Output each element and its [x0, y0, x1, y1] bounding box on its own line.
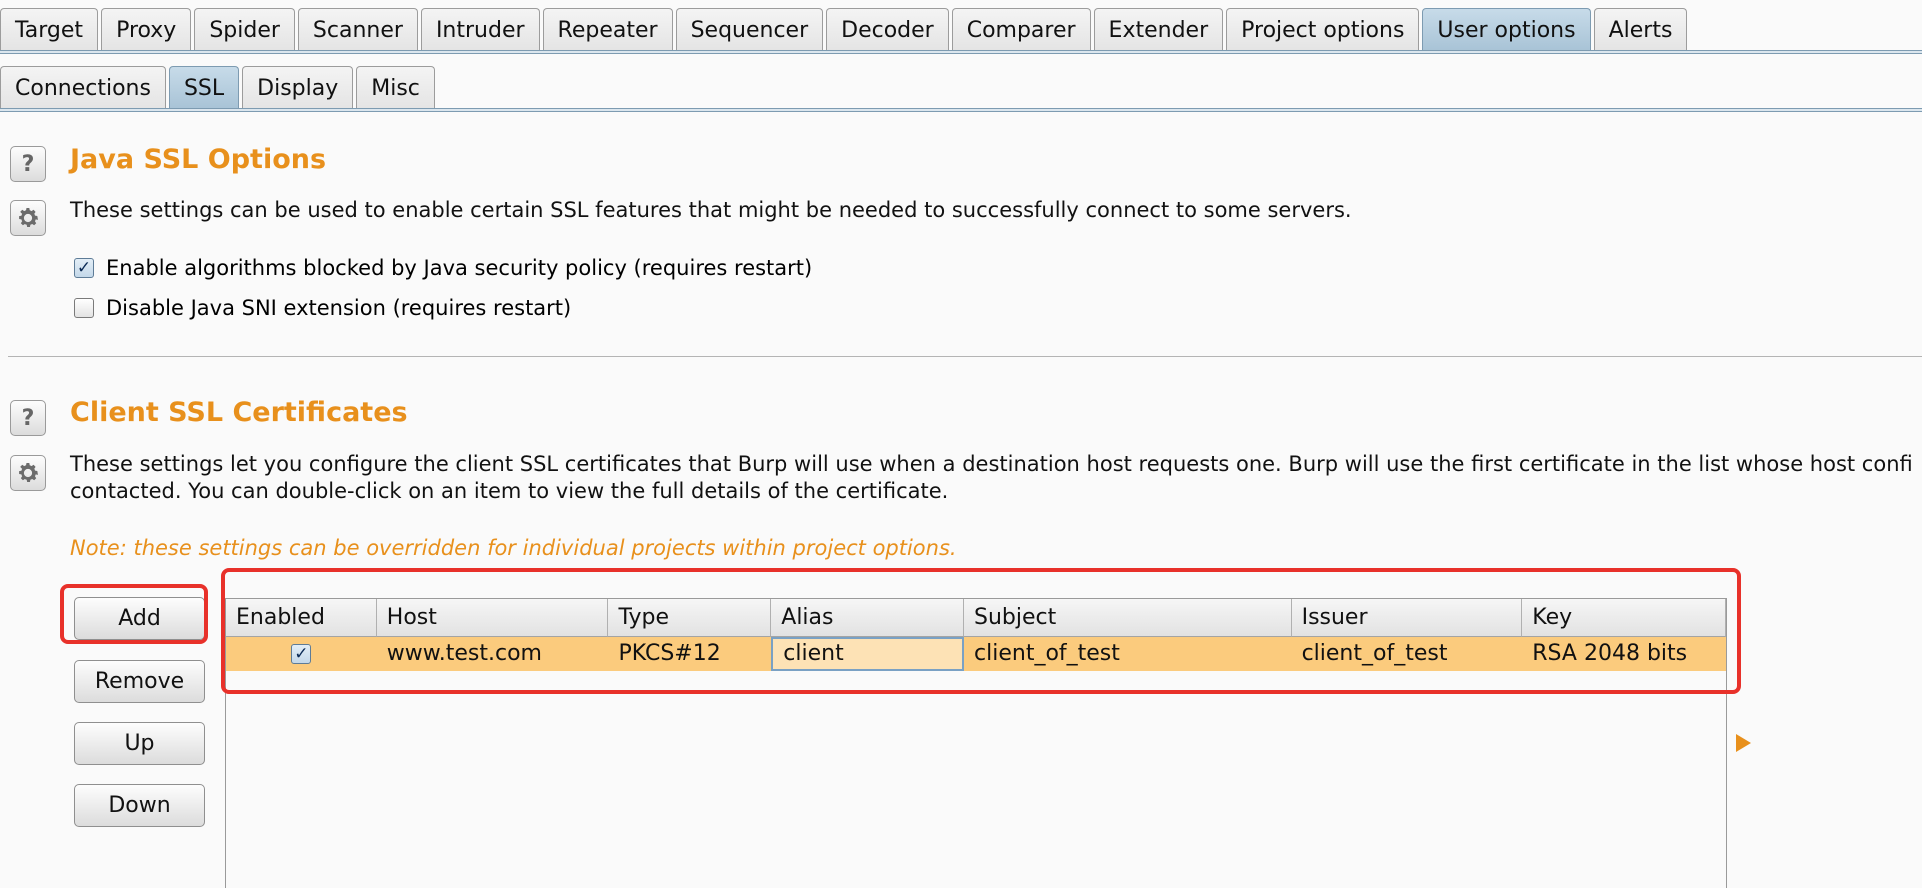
tab-extender[interactable]: Extender	[1093, 8, 1224, 51]
checkbox-checked-icon[interactable]: ✓	[74, 258, 94, 278]
tab-project-options[interactable]: Project options	[1226, 8, 1420, 51]
main-tab-divider	[0, 50, 1922, 54]
checkbox-unchecked-icon[interactable]	[74, 298, 94, 318]
annotation-highlight-table	[221, 568, 1741, 694]
client-ssl-description-line1: These settings let you configure the cli…	[70, 452, 1913, 476]
client-ssl-title: Client SSL Certificates	[70, 397, 408, 428]
play-triangle-icon[interactable]	[1736, 734, 1751, 752]
help-icon[interactable]: ?	[10, 146, 46, 182]
burp-user-options-ssl: Target Proxy Spider Scanner Intruder Rep…	[0, 0, 1922, 888]
annotation-highlight-add	[60, 584, 208, 644]
help-icon[interactable]: ?	[10, 400, 46, 436]
main-tab-bar: Target Proxy Spider Scanner Intruder Rep…	[0, 8, 1690, 51]
sub-tab-bar: Connections SSL Display Misc	[0, 66, 438, 109]
sub-tab-divider	[0, 108, 1922, 112]
section-divider	[8, 356, 1922, 357]
tab-user-options[interactable]: User options	[1422, 8, 1591, 51]
tab-comparer[interactable]: Comparer	[951, 8, 1091, 51]
tab-ssl[interactable]: SSL	[168, 66, 240, 109]
gear-icon[interactable]	[10, 455, 46, 491]
tab-decoder[interactable]: Decoder	[826, 8, 949, 51]
override-note: Note: these settings can be overridden f…	[70, 536, 957, 560]
gear-icon[interactable]	[10, 200, 46, 236]
option-label: Disable Java SNI extension (requires res…	[106, 296, 572, 320]
tab-target[interactable]: Target	[0, 8, 99, 51]
tab-scanner[interactable]: Scanner	[297, 8, 418, 51]
tab-misc[interactable]: Misc	[356, 66, 435, 109]
tab-connections[interactable]: Connections	[0, 66, 166, 109]
up-button[interactable]: Up	[74, 722, 205, 765]
java-ssl-description: These settings can be used to enable cer…	[70, 198, 1352, 222]
tab-proxy[interactable]: Proxy	[101, 8, 192, 51]
tab-sequencer[interactable]: Sequencer	[675, 8, 824, 51]
remove-button[interactable]: Remove	[74, 660, 205, 703]
option-label: Enable algorithms blocked by Java securi…	[106, 256, 813, 280]
java-ssl-title: Java SSL Options	[70, 144, 327, 175]
tab-repeater[interactable]: Repeater	[542, 8, 673, 51]
tab-spider[interactable]: Spider	[194, 8, 295, 51]
option-disable-sni[interactable]: Disable Java SNI extension (requires res…	[74, 296, 571, 320]
option-enable-blocked-algorithms[interactable]: ✓ Enable algorithms blocked by Java secu…	[74, 256, 812, 280]
tab-display[interactable]: Display	[242, 66, 354, 109]
tab-intruder[interactable]: Intruder	[420, 8, 540, 51]
client-ssl-description-line2: contacted. You can double-click on an it…	[70, 479, 949, 503]
down-button[interactable]: Down	[74, 784, 205, 827]
tab-alerts[interactable]: Alerts	[1593, 8, 1688, 51]
